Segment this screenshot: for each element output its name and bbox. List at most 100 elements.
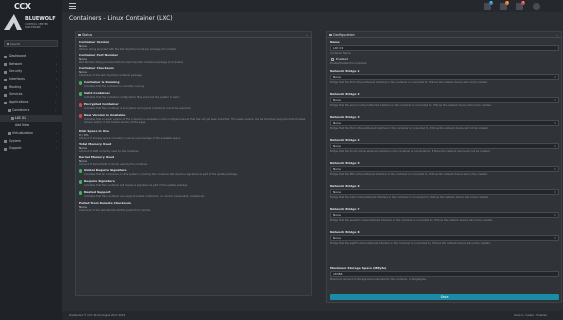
sidebar-item-label: Dashboard: [9, 54, 27, 58]
network-bridge-1-field: Network Bridge 1 None ⇕ Bridge that the f…: [330, 69, 559, 84]
chevron-right-icon: ›: [55, 69, 57, 74]
sidebar-item-support[interactable]: Support ›: [0, 145, 62, 153]
chevron-down-icon: ⌄: [54, 107, 57, 112]
app-logo[interactable]: CCX: [14, 2, 48, 11]
sidebar-search-input[interactable]: Search: [4, 40, 58, 47]
footer-copyright: Dashboard © CCX Technologies 2017-2024: [69, 314, 126, 317]
dropdown-icon: ⇕: [553, 214, 556, 218]
field-label: Network Bridge 5: [330, 161, 360, 165]
field-help: Bridge that the first virtual ethernet i…: [330, 80, 488, 84]
sidebar-item-virtualization[interactable]: Virtualization ›: [0, 130, 62, 138]
name-field: Name LXC 01 Container Name.: [330, 40, 559, 55]
select-value: None: [333, 167, 341, 172]
field-help: Bridge that the sixth virtual ethernet i…: [330, 195, 489, 199]
sidebar-item-interfaces[interactable]: Interfaces ›: [0, 76, 62, 84]
select-value: None: [333, 190, 341, 195]
status-ok-icon: [79, 169, 83, 173]
indicator-help: Indicates that all containers on this sy…: [84, 172, 238, 176]
indicator-help: Indicates that this container will requi…: [84, 183, 189, 187]
network-bridge-2-select[interactable]: None ⇕: [330, 97, 559, 104]
chevron-right-icon: ›: [55, 138, 57, 143]
box-icon: [11, 117, 14, 120]
sidebar-item-lxc-01[interactable]: LXC 01: [0, 114, 62, 123]
name-input[interactable]: LXC 01: [330, 45, 559, 52]
indicator-help: Indicates that this container can suppor…: [84, 194, 206, 198]
status-panel-header[interactable]: Status ⌄: [76, 32, 311, 38]
chevron-down-icon[interactable]: ⌄: [305, 32, 308, 38]
dashboard-icon: [4, 55, 7, 59]
checkbox-label: Enabled: [336, 57, 349, 61]
sidebar-item-dashboard[interactable]: Dashboard ›: [0, 53, 62, 61]
total-memory-field: Total Memory Used None Amount of RAM cur…: [79, 142, 307, 153]
max-storage-input[interactable]: 16384: [330, 271, 559, 278]
sidebar-item-routing[interactable]: Routing ›: [0, 84, 62, 92]
indicator-help: Indicates that the container is currentl…: [84, 84, 145, 88]
page-title: Containers - Linux Container (LXC): [69, 15, 173, 22]
field-help: Bridge that the fifth virtual ethernet i…: [330, 172, 488, 176]
network-bridge-4-select[interactable]: None ⇕: [330, 143, 559, 150]
footer-version: Version: loaded - Enabled: [513, 314, 547, 317]
field-label: Network Bridge 2: [330, 92, 360, 96]
network-bridge-8-select[interactable]: None ⇕: [330, 235, 559, 242]
chevron-right-icon: ›: [55, 146, 57, 151]
field-help: Bridge that the seventh virtual ethernet…: [330, 218, 493, 222]
sidebar-item-label: Interfaces: [9, 77, 25, 82]
alert-badge: 1: [505, 1, 509, 5]
configuration-panel-header[interactable]: Configuration ⌄: [327, 32, 561, 38]
network-bridge-1-select[interactable]: None ⇕: [330, 74, 559, 81]
field-help: Container Name.: [330, 51, 352, 55]
network-bridge-5-select[interactable]: None ⇕: [330, 166, 559, 173]
network-icon: [4, 63, 7, 66]
configuration-panel: Configuration ⌄ Name LXC 01 Container Na…: [326, 31, 562, 303]
sidebar-item-add-new[interactable]: Add New: [0, 122, 62, 130]
dropdown-icon: ⇕: [553, 237, 556, 241]
enabled-checkbox[interactable]: Enabled: [330, 57, 559, 62]
field-help: Bridge that the eighth virtual ethernet …: [330, 241, 491, 245]
sidebar-item-security[interactable]: Security ›: [0, 68, 62, 76]
network-bridge-6-select[interactable]: None ⇕: [330, 189, 559, 196]
select-value: None: [333, 144, 341, 149]
user-avatar-icon[interactable]: [533, 3, 540, 10]
sidebar-item-label: System: [9, 138, 21, 143]
select-value: None: [333, 213, 341, 218]
field-help: Amount of Kernel RAM currently used by t…: [79, 163, 148, 167]
network-bridge-7-field: Network Bridge 7 None ⇕ Bridge that the s…: [330, 207, 559, 222]
network-bridge-3-select[interactable]: None ⇕: [330, 120, 559, 127]
notification-badge: 2: [489, 1, 493, 5]
sidebar-item-services[interactable]: Services ›: [0, 91, 62, 99]
sidebar-item-system[interactable]: System ›: [0, 138, 62, 146]
system-icon: [4, 140, 7, 143]
chevron-down-icon[interactable]: ⌄: [555, 32, 558, 38]
network-bridge-3-field: Network Bridge 3 None ⇕ Bridge that the t…: [330, 115, 559, 130]
sidebar-item-applications[interactable]: Applications ⌄: [0, 99, 62, 107]
brand-block: BLUEWOLF CONTROL CENTER SDN ENGINE: [4, 14, 59, 36]
menu-toggle-icon[interactable]: [69, 3, 76, 9]
applications-icon: [4, 101, 7, 105]
brand-sub: CONTROL CENTER SDN ENGINE: [25, 23, 48, 29]
indicator-help: Indicates that a newer version of the co…: [84, 117, 306, 124]
sidebar-item-containers[interactable]: Containers ⌄: [0, 107, 62, 115]
status-ok-icon: [79, 180, 83, 184]
chevron-right-icon: ›: [55, 92, 57, 97]
indicator-help: Indicates that the container configurati…: [84, 95, 180, 99]
indicator-help: Indicates that this container is encrypt…: [84, 106, 192, 110]
container-icon: [8, 109, 11, 113]
sidebar-item-network[interactable]: Network ›: [0, 61, 62, 69]
network-bridge-7-select[interactable]: None ⇕: [330, 212, 559, 219]
field-label: Maximum Storage Space (MByte): [330, 266, 387, 270]
nested-support-indicator: Nested Support Indicates that this conta…: [79, 190, 307, 198]
footer: Dashboard © CCX Technologies 2017-2024 V…: [62, 311, 563, 320]
enabled-field: Enabled Enable/Disable the Container.: [330, 57, 559, 65]
chevron-right-icon: ›: [55, 61, 57, 66]
support-icon: [4, 147, 7, 151]
brand-name: BLUEWOLF: [25, 16, 56, 22]
network-bridge-8-field: Network Bridge 8 None ⇕ Bridge that the e…: [330, 230, 559, 245]
bluewolf-logo-icon: [4, 14, 22, 30]
dropdown-icon: ⇕: [553, 191, 556, 195]
field-help: Bridge that the third virtual ethernet i…: [330, 126, 489, 130]
field-label: Network Bridge 3: [330, 115, 360, 119]
status-panel-title: Status: [82, 33, 93, 37]
sidebar-item-label: Support: [9, 146, 22, 151]
save-button[interactable]: Save: [330, 294, 559, 300]
sidebar-item-label: Network: [9, 61, 23, 66]
